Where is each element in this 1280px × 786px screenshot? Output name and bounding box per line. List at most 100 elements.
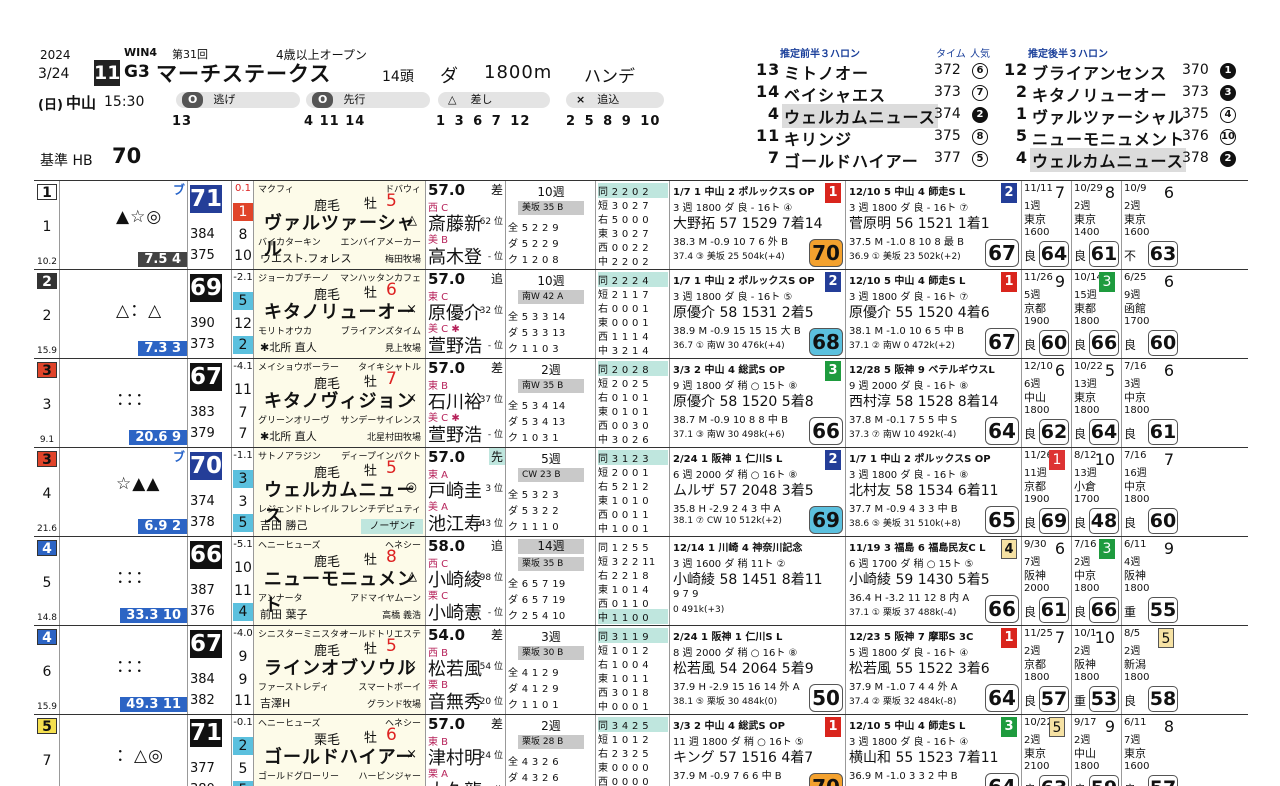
rating-sub-1: 384 xyxy=(190,672,215,687)
rating-sub-1: 387 xyxy=(190,583,215,598)
course-record-cell: 同 2 0 2 8 短 2 0 2 5 右 0 1 0 1 東 0 1 0 1 西 0 … xyxy=(596,359,670,447)
recent-race-cell: 7/16 6 3週 中京 1800 良 61 xyxy=(1122,359,1180,447)
recent-race-score: 69 xyxy=(1039,508,1069,534)
record-line: 全 4 3 2 6 xyxy=(508,757,559,768)
recent-race-distance: 1800 xyxy=(1074,672,1100,683)
pace-front-horse-number: 7 xyxy=(767,148,780,167)
dam-name: レジェンドトレイル xyxy=(258,505,340,515)
recent-race-course: 東京 xyxy=(1024,747,1046,760)
farm-tag: ノーザンF xyxy=(361,519,423,534)
record-line: ク 1 1 0 1 xyxy=(508,700,559,711)
record-line: ダ 6 5 7 19 xyxy=(508,595,566,606)
past-race-title: 2/24 1 阪神 1 仁川S L xyxy=(673,454,783,465)
recent-race-date: 12/10 xyxy=(1024,361,1053,372)
dam-sire-name: サンデーサイレンス xyxy=(340,416,421,426)
odds-value: 9.1 xyxy=(39,435,55,445)
recent-race-course: 小倉 xyxy=(1074,480,1096,493)
sire-name: ヘニーヒューズ xyxy=(258,541,321,551)
past-race-result: 小崎綾 58 1451 8着11 xyxy=(673,572,823,588)
past-race-result: 横山和 55 1523 7着11 xyxy=(849,750,999,766)
jockey-cell: 58.0 追西 C 小崎綾 98 位栗 C 小崎憲 - 位 xyxy=(426,537,506,625)
training-pattern: 栗坂 35 B xyxy=(518,557,584,571)
recent-race-weeks: 5週 xyxy=(1024,290,1041,301)
pace-back-time: 370 xyxy=(1182,62,1209,78)
recent-race-score: 64 xyxy=(1089,419,1119,445)
past-race-score: 67 xyxy=(985,328,1019,356)
recent-race-course: 東京 xyxy=(1074,213,1096,226)
sire-name: シニスターミニスター xyxy=(258,630,349,640)
training-pattern: 南W 35 B xyxy=(518,379,584,393)
training-pattern: 南W 42 A xyxy=(518,290,584,304)
prediction-marks-cell: ：△◎9.0 5 xyxy=(60,715,188,786)
breeder-name: 吉田 勝己 xyxy=(260,519,308,532)
prediction-marks: ☆▲▲ xyxy=(116,474,161,494)
course-record-cell: 同 2 2 2 4 短 2 1 1 7 右 0 0 0 1 東 0 0 0 1 西 1 … xyxy=(596,270,670,358)
pace-front-time: 374 xyxy=(934,106,961,122)
course-record-line: 同 2 2 2 4 xyxy=(598,272,668,287)
recent-race-course: 中山 xyxy=(1024,391,1046,404)
diff-value: -0.1 xyxy=(233,717,253,728)
recent-race-place: 5 xyxy=(1158,628,1174,648)
course-record-line: 西 0 1 1 0 xyxy=(598,599,649,610)
rating-value: 67 xyxy=(190,630,223,658)
past-race-pace: 38.7 M -0.9 10 8 8 中 B xyxy=(673,415,788,426)
recent-race-score: 61 xyxy=(1039,597,1069,623)
course-record-line: 同 3 1 2 3 xyxy=(598,450,668,465)
pace-front-row: 7 ゴールドハイアー 377 5 xyxy=(756,148,996,171)
recent-race-place: 6 xyxy=(1054,539,1065,558)
recent-race-going: 良 xyxy=(1124,781,1136,786)
recent-race-cell: 6/11 9 4週 阪神 1800 重 55 xyxy=(1122,537,1180,625)
prediction-marks-cell: ：：： 49.3 11 xyxy=(60,626,188,714)
recent-race-date: 7/16 xyxy=(1124,450,1147,461)
past-race-training: 37.4 ② 栗坂 32 484k(-8) xyxy=(849,697,957,707)
horse-number: 5 xyxy=(42,575,52,591)
diff-rank-2: 11 xyxy=(234,583,252,599)
farm-name: 高橋 義浩 xyxy=(382,611,421,621)
pace-back-row: 5 ニューモニュメント 376 10 xyxy=(1004,126,1244,149)
past-race-score: 64 xyxy=(985,684,1019,712)
pace-front-horse-number: 14 xyxy=(756,82,781,101)
dam-sire-name: フレンチデピュティ xyxy=(340,505,421,515)
past-race-pace: 37.7 M -0.9 4 3 3 中 B xyxy=(849,504,958,515)
pace-back-title: 推定後半３ハロン xyxy=(1028,49,1108,60)
past-race-title: 12/10 5 中山 4 師走S L xyxy=(849,721,966,732)
horse-age: 6 xyxy=(386,280,397,300)
recent-race-weeks: 7週 xyxy=(1124,735,1141,746)
sire-name: サトノアラジン xyxy=(258,452,321,462)
recent-race-score: 60 xyxy=(1148,330,1178,356)
sire-name: メイショウボーラー xyxy=(258,363,340,373)
jockey-cell: 57.0 差東 B 石川裕 37 位美 C ✱ 萱野浩 - 位 xyxy=(426,359,506,447)
farm-name: 梅田牧場 xyxy=(384,255,421,265)
race-condition: 4歳以上オープン xyxy=(276,48,367,62)
horse-age: 7 xyxy=(386,369,397,389)
blinker-badge: ブ xyxy=(172,183,185,197)
rating-value: 67 xyxy=(190,363,223,391)
recent-race-place: 9 xyxy=(1163,539,1174,558)
overall-odds: 6.9 2 xyxy=(138,519,187,534)
recent-race-date: 9/30 xyxy=(1024,539,1047,550)
jockey-cell: 57.0差東 B津村明24 位栗 A大久龍- 位 xyxy=(426,715,506,786)
carried-weight: 57.0 xyxy=(428,359,466,377)
past-race-training: 38.1 ⑦ CW 10 512k(+2) xyxy=(673,516,782,526)
recent-race-cell: 12/10 6 6週 中山 1800 良 62 xyxy=(1022,359,1072,447)
recent-race-cell: 7/16 7 16週 中京 1800 良 60 xyxy=(1122,448,1180,536)
rating-sub-2: 373 xyxy=(190,337,215,352)
past-race-info: 3 週 1800 ダ 良 - 16ト ④ xyxy=(673,203,793,214)
recent-race-distance: 1600 xyxy=(1124,227,1150,238)
diff-value: 0.1 xyxy=(235,183,251,194)
rating-cell: 70 374 378 xyxy=(188,448,232,536)
sire-sire-name: オールドトリエステ xyxy=(339,630,421,640)
past-race-info: 6 週 2000 ダ 稍 ○ 16ト ⑧ xyxy=(673,470,798,481)
waku-cell: 4 6 15.9 xyxy=(34,626,60,714)
record-line: 全 5 3 2 3 xyxy=(508,490,559,501)
recent-race-score: 61 xyxy=(1089,241,1119,267)
recent-race-distance: 1700 xyxy=(1124,316,1150,327)
recent-race-date: 10/1 xyxy=(1074,628,1097,639)
past-race-score: 64 xyxy=(985,773,1019,786)
past-race-training: 37.1 ③ 南W 30 498k(+6) xyxy=(673,430,785,440)
past-race-info: 6 週 1700 ダ 稍 ○ 15ト ⑤ xyxy=(849,559,974,570)
pace-front-popularity: 8 xyxy=(972,129,988,145)
recent-race-going: 良 xyxy=(1074,781,1086,786)
recent-race-score: 64 xyxy=(1039,241,1069,267)
race-date: 3/24 xyxy=(38,66,70,82)
